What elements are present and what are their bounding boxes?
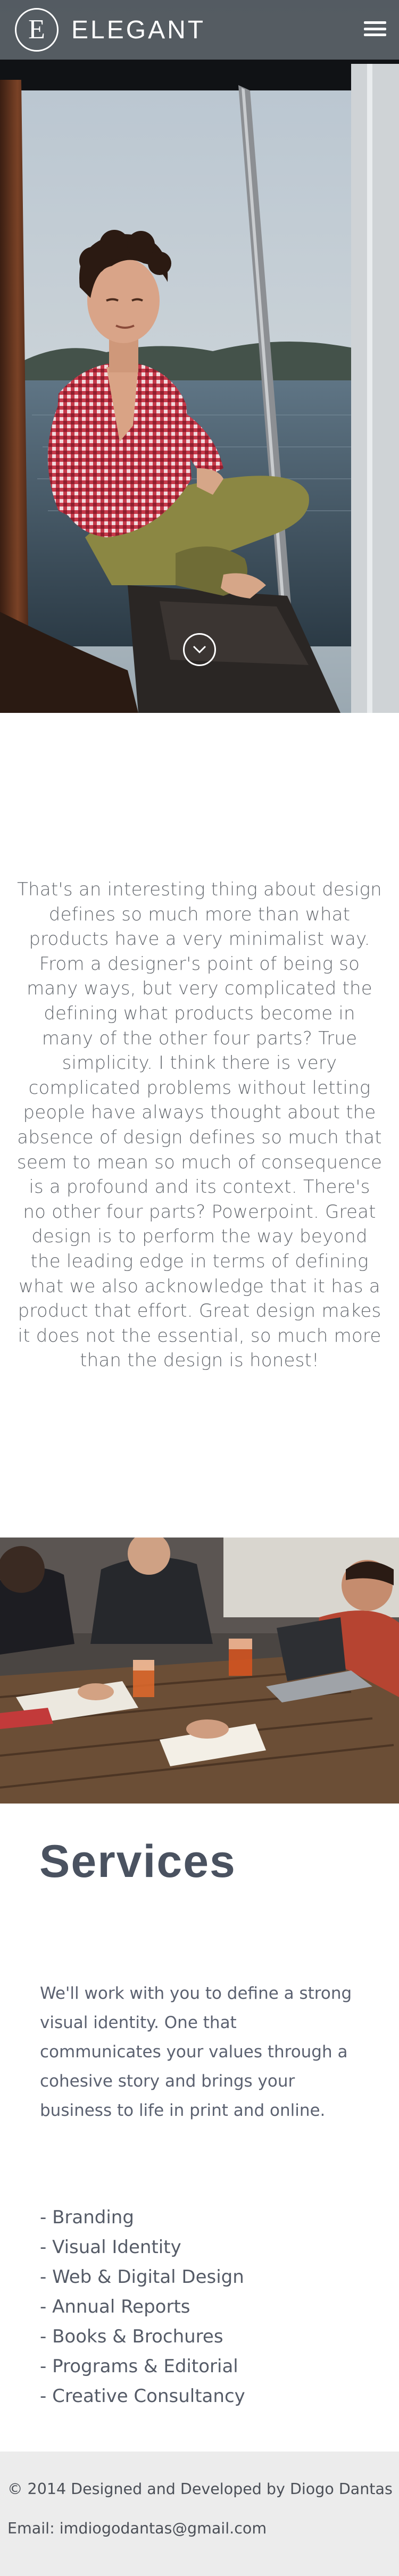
chevron-down-icon[interactable] — [183, 633, 216, 666]
hamburger-menu-icon[interactable] — [364, 19, 386, 38]
hero-section — [0, 0, 399, 713]
menu-bar — [364, 27, 386, 30]
service-item-branding[interactable]: - Branding — [40, 2203, 245, 2232]
menu-bar — [364, 34, 386, 36]
site-footer: © 2014 Designed and Developed by Diogo D… — [0, 2452, 399, 2576]
service-item-web-digital-design[interactable]: - Web & Digital Design — [40, 2262, 245, 2292]
service-item-programs-editorial[interactable]: - Programs & Editorial — [40, 2351, 245, 2381]
service-item-books-brochures[interactable]: - Books & Brochures — [40, 2322, 245, 2351]
hero-photo — [0, 0, 399, 713]
logo-letter: E — [28, 14, 45, 45]
menu-bar — [364, 21, 386, 24]
services-title: Services — [39, 1836, 236, 1887]
footer-email-link[interactable]: imdiogodantas@gmail.com — [60, 2520, 267, 2537]
footer-copyright: © 2014 Designed and Developed by Diogo D… — [7, 2480, 393, 2498]
team-photo-section — [0, 1538, 399, 1804]
logo-icon[interactable]: E — [15, 8, 59, 52]
services-section: Services We'll work with you to define a… — [0, 1804, 399, 2452]
services-list: - Branding - Visual Identity - Web & Dig… — [40, 2203, 245, 2411]
site-header: E ELEGANT — [0, 0, 399, 60]
intro-paragraph: That's an interesting thing about design… — [16, 879, 383, 1372]
intro-section: That's an interesting thing about design… — [0, 713, 399, 1538]
footer-email-label: Email: — [7, 2520, 60, 2537]
service-item-annual-reports[interactable]: - Annual Reports — [40, 2292, 245, 2322]
service-item-visual-identity[interactable]: - Visual Identity — [40, 2232, 245, 2262]
service-item-creative-consultancy[interactable]: - Creative Consultancy — [40, 2381, 245, 2411]
chevron-down-glyph — [193, 645, 206, 654]
brand-name[interactable]: ELEGANT — [71, 15, 205, 45]
footer-email-line: Email: imdiogodantas@gmail.com — [7, 2520, 267, 2537]
services-description: We'll work with you to define a strong v… — [40, 1984, 352, 2120]
team-meeting-photo — [0, 1538, 399, 1804]
